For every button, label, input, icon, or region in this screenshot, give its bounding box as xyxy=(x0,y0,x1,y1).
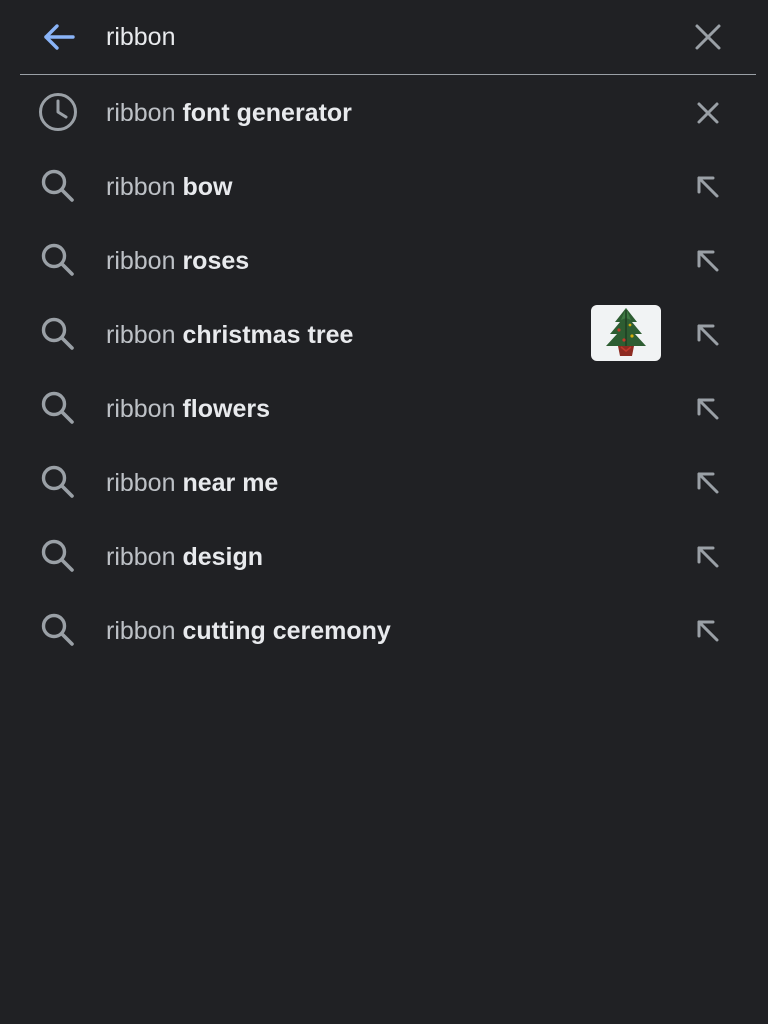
remove-icon xyxy=(697,102,719,124)
suggestion-completion: cutting ceremony xyxy=(182,617,391,645)
fill-query-arrow-icon xyxy=(697,472,719,494)
arrow-back-icon xyxy=(44,24,75,50)
fill-query-button[interactable] xyxy=(686,537,730,577)
fill-query-arrow-icon xyxy=(697,250,719,272)
suggestion-text: ribbon flowers xyxy=(106,392,270,426)
suggestion-item[interactable]: ribbon flowers xyxy=(0,371,768,445)
back-button[interactable] xyxy=(36,19,82,55)
suggestion-text: ribbon cutting ceremony xyxy=(106,614,391,648)
fill-query-arrow-icon xyxy=(697,546,719,568)
clear-search-button[interactable] xyxy=(688,18,728,56)
fill-query-button[interactable] xyxy=(686,463,730,503)
search-icon xyxy=(36,387,80,429)
suggestion-item[interactable]: ribbon font generator xyxy=(0,75,768,149)
fill-query-arrow-icon xyxy=(697,176,719,198)
fill-query-arrow-icon xyxy=(697,620,719,642)
suggestion-item[interactable]: ribbon near me xyxy=(0,445,768,519)
suggestion-prefix: ribbon xyxy=(106,247,183,275)
suggestion-text: ribbon design xyxy=(106,540,263,574)
suggestion-text: ribbon bow xyxy=(106,170,232,204)
fill-query-button[interactable] xyxy=(686,241,730,281)
suggestion-completion: design xyxy=(182,543,264,571)
search-icon xyxy=(36,313,80,355)
suggestion-prefix: ribbon xyxy=(106,617,183,645)
search-icon xyxy=(36,609,80,651)
suggestion-prefix: ribbon xyxy=(106,321,183,349)
search-bar xyxy=(0,0,768,74)
suggestion-item[interactable]: ribbon design xyxy=(0,519,768,593)
search-suggestions-page: ribbon font generator ribbon bow xyxy=(0,0,768,1024)
search-icon xyxy=(36,535,80,577)
suggestion-text: ribbon christmas tree xyxy=(106,318,353,352)
fill-query-button[interactable] xyxy=(686,167,730,207)
search-icon xyxy=(36,165,80,207)
suggestion-item[interactable]: ribbon cutting ceremony xyxy=(0,593,768,667)
suggestion-item[interactable]: ribbon roses xyxy=(0,223,768,297)
suggestion-prefix: ribbon xyxy=(106,395,183,423)
suggestion-completion: roses xyxy=(182,247,250,275)
fill-query-button[interactable] xyxy=(686,315,730,355)
fill-query-arrow-icon xyxy=(697,324,719,346)
suggestion-prefix: ribbon xyxy=(106,469,183,497)
close-icon xyxy=(695,24,721,50)
suggestion-text: ribbon near me xyxy=(106,466,278,500)
suggestion-prefix: ribbon xyxy=(106,99,183,127)
search-icon xyxy=(36,239,80,281)
remove-suggestion-button[interactable] xyxy=(686,93,730,133)
suggestion-completion: flowers xyxy=(182,395,270,423)
history-icon xyxy=(36,91,80,133)
suggestion-text: ribbon roses xyxy=(106,244,249,278)
suggestion-item[interactable]: ribbon christmas tree xyxy=(0,297,768,371)
fill-query-arrow-icon xyxy=(697,398,719,420)
suggestion-list: ribbon font generator ribbon bow ribbon … xyxy=(0,75,768,667)
suggestion-item[interactable]: ribbon bow xyxy=(0,149,768,223)
search-icon xyxy=(36,461,80,503)
suggestion-text: ribbon font generator xyxy=(106,96,352,130)
suggestion-completion: font generator xyxy=(182,99,352,127)
fill-query-button[interactable] xyxy=(686,389,730,429)
suggestion-completion: bow xyxy=(182,173,233,201)
search-input[interactable] xyxy=(106,18,666,56)
christmas-tree-thumbnail xyxy=(591,305,661,361)
christmas-tree-image xyxy=(606,308,646,356)
suggestion-prefix: ribbon xyxy=(106,173,183,201)
fill-query-button[interactable] xyxy=(686,611,730,651)
suggestion-completion: near me xyxy=(182,469,279,497)
suggestion-completion: christmas tree xyxy=(182,321,354,349)
suggestion-prefix: ribbon xyxy=(106,543,183,571)
